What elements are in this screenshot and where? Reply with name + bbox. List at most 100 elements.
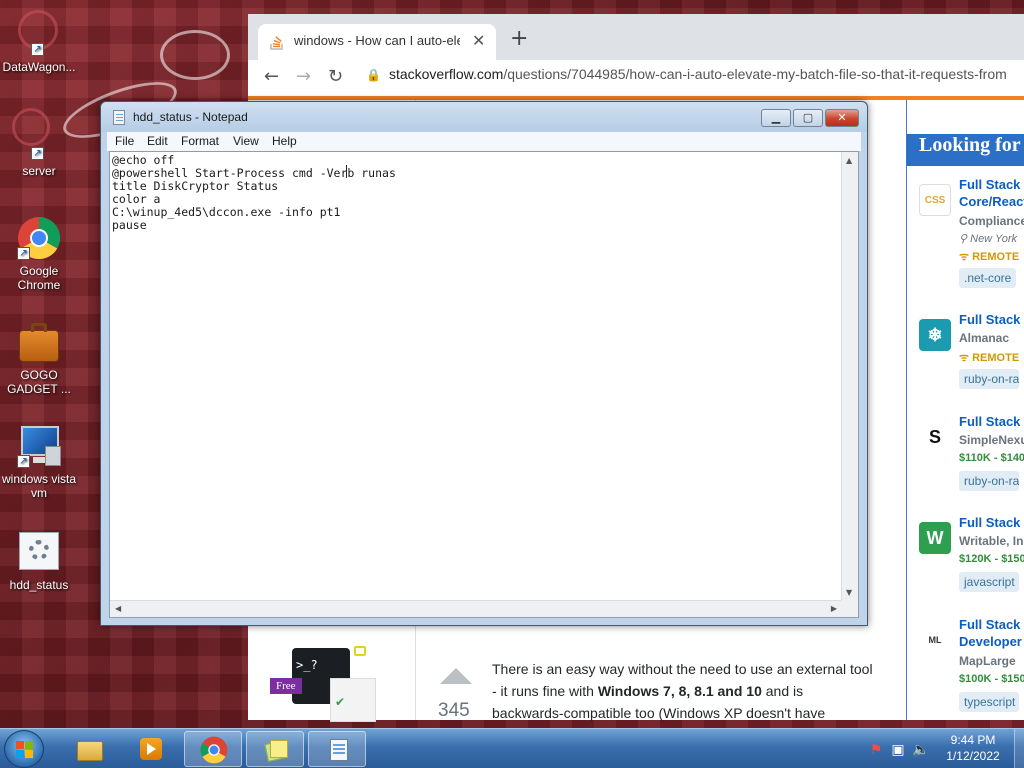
browser-tab-active[interactable]: windows - How can I auto-elevate my batc… — [258, 24, 496, 60]
forward-arrow-icon[interactable]: → — [296, 66, 311, 87]
desktop-icon-server[interactable]: ↗ server — [0, 142, 78, 178]
start-button[interactable] — [4, 730, 44, 768]
company-logo-icon: CSS — [919, 184, 951, 216]
scroll-right-icon[interactable]: ▶ — [831, 604, 837, 613]
desktop-icon-label: hdd_status — [9, 578, 69, 592]
desktop-icon-hdd-status[interactable]: hdd_status — [0, 530, 78, 592]
job-title[interactable]: Full Stack JDeveloper — [959, 616, 1024, 650]
chat-bubble-icon — [354, 646, 366, 656]
job-tag[interactable]: typescript — [959, 692, 1019, 712]
batch-file-gear-icon — [17, 530, 61, 574]
job-title[interactable]: Full Stack I — [959, 413, 1024, 430]
shortcut-icon: ↗ — [17, 38, 61, 56]
tab-title: windows - How can I auto-elevate my batc… — [294, 33, 460, 48]
url-path: /questions/7044985/how-can-i-auto-elevat… — [503, 66, 1007, 82]
company-logo-icon: W — [919, 522, 951, 554]
text-editor[interactable]: @echo off @powershell Start-Process cmd … — [109, 151, 859, 618]
scroll-down-icon[interactable]: ▼ — [846, 588, 852, 597]
clock-time[interactable]: 9:44 PM — [936, 733, 1010, 747]
tab-close-icon[interactable]: ✕ — [472, 31, 485, 51]
desktop-icon-gogo-gadget[interactable]: GOGO GADGET ... — [0, 320, 78, 396]
menu-format[interactable]: Format — [181, 134, 219, 148]
company-logo-icon: ML — [919, 624, 951, 656]
scroll-left-icon[interactable]: ◀ — [115, 604, 121, 613]
job-tag[interactable]: javascript — [959, 572, 1019, 592]
desktop-icon-chrome[interactable]: ↗ Google Chrome — [0, 216, 78, 292]
tab-strip: windows - How can I auto-elevate my batc… — [248, 14, 1024, 60]
lock-icon: 🔒 — [366, 68, 381, 82]
show-desktop-button[interactable] — [1014, 729, 1024, 768]
desktop-icon-label: server — [22, 164, 56, 178]
job-company: Almanac — [959, 331, 1010, 345]
desktop-icon-vista-vm[interactable]: ↗ windows vista vm — [0, 424, 78, 500]
wallpaper-flower — [12, 108, 50, 146]
address-bar[interactable]: 🔒 stackoverflow.com/questions/7044985/how… — [366, 66, 1007, 82]
browser-toolbar: ← → ↻ 🔒 stackoverflow.com/questions/70449… — [248, 60, 1024, 96]
new-tab-icon[interactable]: + — [510, 26, 528, 51]
menu-view[interactable]: View — [233, 134, 259, 148]
close-button[interactable]: ✕ — [825, 109, 859, 127]
scroll-up-icon[interactable]: ▲ — [846, 156, 852, 165]
vote-count: 345 — [438, 700, 470, 721]
jobs-header: Looking for — [907, 134, 1024, 166]
taskbar-explorer[interactable] — [60, 731, 118, 767]
folder-icon — [75, 735, 103, 763]
job-listing[interactable]: S Full Stack I SimpleNexu $110K - $140 r… — [907, 413, 1024, 513]
promo-widget[interactable]: >_? Free ✔ — [268, 646, 378, 726]
job-tag[interactable]: ruby-on-rai — [959, 471, 1019, 491]
job-title[interactable]: Full Stack NCore/React — [959, 176, 1024, 210]
taskbar-media-player[interactable] — [122, 731, 180, 767]
network-icon[interactable]: ▣ — [890, 741, 906, 757]
menu-edit[interactable]: Edit — [147, 134, 168, 148]
job-company: MapLarge — [959, 654, 1016, 668]
job-remote-label: ᯤ REMOTE — [959, 251, 1020, 263]
wifi-icon: ᯤ — [959, 251, 973, 263]
desktop-icon-label: DataWagon... — [2, 60, 76, 74]
editor-content[interactable]: @echo off @powershell Start-Process cmd … — [112, 154, 842, 232]
horizontal-scrollbar[interactable]: ◀ ▶ — [110, 600, 842, 617]
chrome-icon — [200, 736, 228, 764]
company-logo-icon: S — [919, 421, 951, 453]
desktop-icon-label: Google Chrome — [17, 264, 61, 292]
job-tag[interactable]: .net-core — [959, 268, 1017, 288]
scrollbar-corner — [841, 600, 858, 617]
job-listing[interactable]: ❄ Full Stack I Almanac ᯤ REMOTE ruby-on-… — [907, 311, 1024, 411]
answer-body: There is an easy way without the need to… — [492, 661, 873, 721]
vertical-scrollbar[interactable]: ▲ ▼ — [841, 152, 858, 601]
job-title[interactable]: Full Stack W — [959, 514, 1024, 531]
wallpaper-scribble — [160, 30, 230, 80]
job-listing[interactable]: ML Full Stack JDeveloper MapLarge $100K … — [907, 616, 1024, 716]
job-listing[interactable]: W Full Stack W Writable, In $120K - $150… — [907, 514, 1024, 614]
window-titlebar[interactable]: hdd_status - Notepad ▁ ▢ ✕ — [101, 102, 867, 132]
text-cursor-icon — [346, 165, 347, 178]
job-salary: $110K - $140 — [959, 452, 1024, 464]
job-title[interactable]: Full Stack I — [959, 311, 1024, 328]
system-tray: ⚑ ▣ 🔈 9:44 PM 1/12/2022 — [856, 729, 1024, 768]
menu-help[interactable]: Help — [272, 134, 297, 148]
taskbar: ⚑ ▣ 🔈 9:44 PM 1/12/2022 — [0, 728, 1024, 768]
shortcut-icon: ↗ — [17, 142, 61, 160]
minimize-button[interactable]: ▁ — [761, 109, 791, 127]
location-pin-icon: ⚲ — [959, 233, 971, 245]
desktop-icon-label: GOGO GADGET ... — [7, 368, 71, 396]
desktop-icon-datawagon[interactable]: ↗ DataWagon... — [0, 38, 78, 74]
notepad-window: hdd_status - Notepad ▁ ▢ ✕ File Edit For… — [100, 101, 868, 626]
job-tag[interactable]: ruby-on-rai — [959, 369, 1019, 389]
taskbar-sticky-notes[interactable] — [246, 731, 304, 767]
back-arrow-icon[interactable]: ← — [264, 66, 279, 87]
taskbar-notepad[interactable] — [308, 731, 366, 767]
action-center-flag-icon[interactable]: ⚑ — [868, 741, 884, 757]
upvote-arrow-icon[interactable] — [440, 668, 472, 684]
jobs-sidebar: Looking for CSS Full Stack NCore/React C… — [906, 100, 1024, 720]
taskbar-chrome[interactable] — [184, 731, 242, 767]
windows-logo-icon — [16, 741, 34, 759]
stackoverflow-favicon-icon — [270, 36, 283, 50]
job-salary: $120K - $150 — [959, 553, 1024, 565]
maximize-button[interactable]: ▢ — [793, 109, 823, 127]
volume-icon[interactable]: 🔈 — [912, 741, 929, 757]
menu-file[interactable]: File — [115, 134, 134, 148]
job-listing[interactable]: CSS Full Stack NCore/React Compliance ⚲ … — [907, 176, 1024, 288]
clock-date[interactable]: 1/12/2022 — [936, 749, 1010, 763]
reload-icon[interactable]: ↻ — [328, 66, 343, 87]
job-company: Writable, In — [959, 534, 1024, 548]
